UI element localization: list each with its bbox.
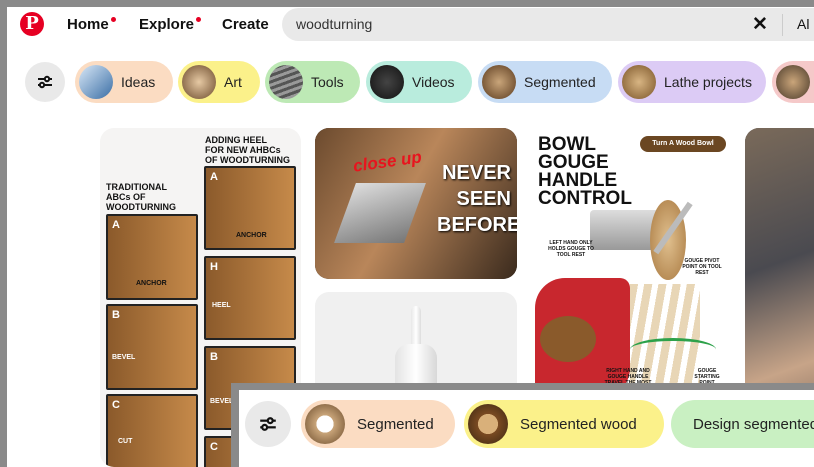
- note-left-hand: LEFT HAND ONLY HOLDS GOUGE TO TOOL REST: [548, 240, 594, 258]
- overlay-chip-row-frame: Segmented Segmented wood Design segmente…: [231, 383, 814, 467]
- nav-explore[interactable]: Explore: [139, 16, 202, 33]
- chip-more[interactable]: [772, 61, 814, 103]
- search-scope-dropdown[interactable]: Al: [797, 16, 809, 32]
- chip-lathe-projects[interactable]: Lathe projects: [618, 61, 766, 103]
- chip-thumbnail: [468, 404, 508, 444]
- panel-heel: H HEEL: [204, 256, 296, 340]
- panel-anchor-right: A ANCHOR: [204, 166, 296, 250]
- sliders-icon: [38, 75, 52, 89]
- pin-title-right: ADDING HEEL FOR NEW AHBCs OF WOODTURNING: [205, 135, 290, 165]
- bottle-nozzle: [411, 306, 421, 346]
- chip-thumbnail: [269, 65, 303, 99]
- search-bar[interactable]: woodturning ✕ Al: [282, 8, 814, 41]
- chip-art[interactable]: Art: [178, 61, 260, 103]
- chip-thumbnail: [370, 65, 404, 99]
- chip-label: Design segmented: [693, 415, 814, 433]
- chip-thumbnail: [622, 65, 656, 99]
- pin-close-up-video[interactable]: close up NEVER SEEN BEFORE: [315, 128, 517, 279]
- motion-arrow: [630, 338, 716, 361]
- chip-label: Videos: [412, 74, 455, 90]
- pin-title-left: TRADITIONAL ABCs OF WOODTURNING: [106, 182, 176, 212]
- chip-segmented-wood[interactable]: Segmented wood: [464, 400, 664, 448]
- chip-segmented[interactable]: Segmented: [478, 61, 612, 103]
- chip-thumbnail: [482, 65, 516, 99]
- close-icon[interactable]: ✕: [752, 13, 768, 36]
- chip-design-segmented[interactable]: Design segmented: [671, 400, 814, 448]
- chip-label: Segmented wood: [520, 415, 637, 433]
- chip-videos[interactable]: Videos: [366, 61, 472, 103]
- nav-create[interactable]: Create: [222, 16, 269, 33]
- hand-shape: [540, 316, 596, 362]
- pin-title: BOWL GOUGE HANDLE CONTROL: [538, 134, 632, 209]
- nav-explore-label: Explore: [139, 16, 195, 33]
- pinterest-logo[interactable]: P: [20, 12, 44, 36]
- filter-button[interactable]: [245, 401, 291, 447]
- panel-anchor: A ANCHOR: [106, 214, 198, 300]
- chip-label: Ideas: [121, 74, 156, 90]
- panel-cut: C CUT: [106, 394, 198, 467]
- video-caption: NEVER SEEN BEFORE: [437, 162, 517, 236]
- chip-thumbnail: [776, 65, 810, 99]
- chip-label: Art: [224, 74, 242, 90]
- brand-badge: Turn A Wood Bowl: [640, 136, 726, 152]
- note-pivot: GOUGE PIVOT POINT ON TOOL REST: [682, 258, 722, 276]
- sliders-icon: [260, 417, 276, 431]
- panel-bevel: B BEVEL: [106, 304, 198, 390]
- top-nav-bar: P Home Explore Create woodturning ✕ Al: [7, 7, 814, 43]
- chip-tools[interactable]: Tools: [265, 61, 360, 103]
- notification-dot: [196, 17, 202, 22]
- overlay-chip-row: Segmented Segmented wood Design segmente…: [239, 390, 814, 467]
- filter-button[interactable]: [25, 62, 65, 102]
- search-input[interactable]: woodturning: [296, 16, 372, 32]
- chip-thumbnail: [79, 65, 113, 99]
- chip-thumbnail: [305, 404, 345, 444]
- notification-dot: [110, 17, 116, 22]
- guide-chips-row: Ideas Art Tools Videos Segmented Lathe p…: [7, 61, 814, 105]
- search-divider: [782, 14, 783, 36]
- chip-segmented[interactable]: Segmented: [301, 400, 455, 448]
- nav-home-label: Home: [67, 16, 109, 33]
- chip-ideas[interactable]: Ideas: [75, 61, 173, 103]
- nav-home[interactable]: Home: [67, 16, 116, 33]
- chip-label: Segmented: [524, 74, 596, 90]
- chip-label: Tools: [311, 74, 344, 90]
- chip-label: Lathe projects: [664, 74, 752, 90]
- chip-thumbnail: [182, 65, 216, 99]
- chip-label: Segmented: [357, 415, 434, 433]
